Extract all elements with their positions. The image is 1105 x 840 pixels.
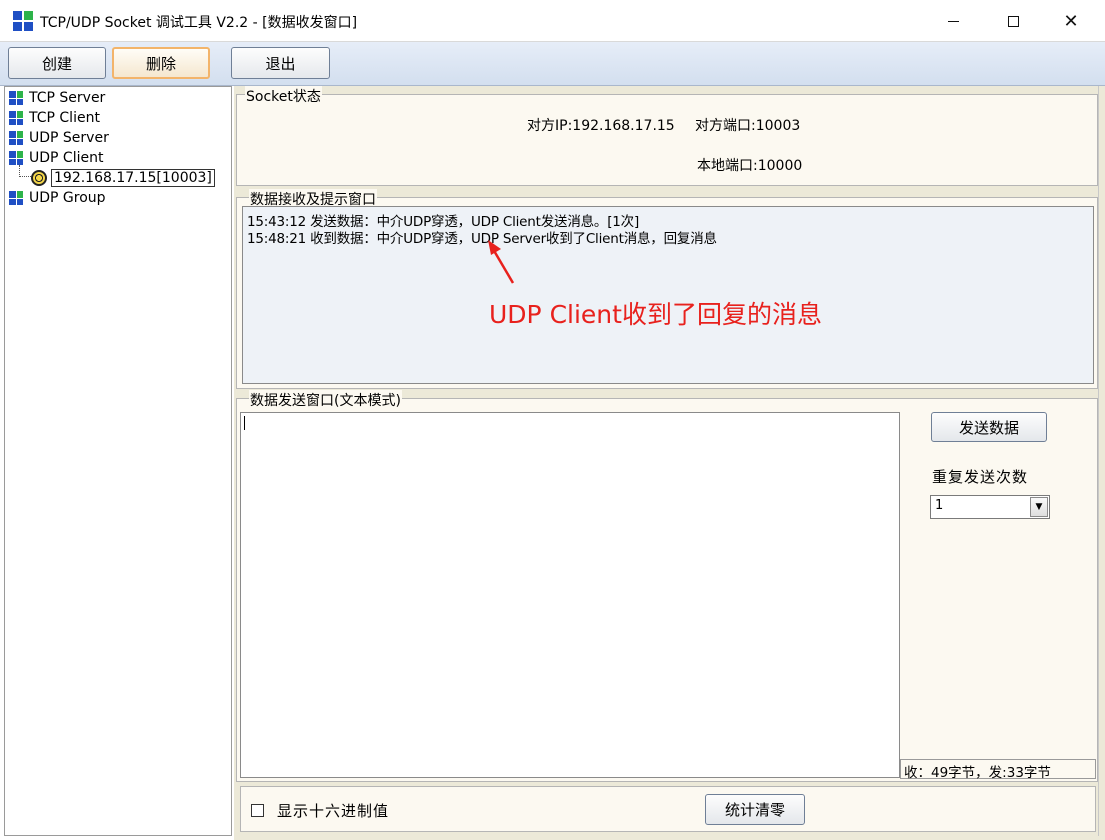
tree-item-tcp-server[interactable]: TCP Server — [9, 88, 105, 108]
client-grid-icon — [9, 111, 23, 125]
title-bar: TCP/UDP Socket 调试工具 V2.2 - [数据收发窗口] ✕ — [0, 0, 1105, 42]
annotation-text: UDP Client收到了回复的消息 — [489, 300, 822, 329]
text-caret — [244, 416, 245, 430]
close-button[interactable]: ✕ — [1048, 0, 1094, 42]
send-data-button[interactable]: 发送数据 — [931, 412, 1047, 442]
send-legend: 数据发送窗口(文本模式) — [249, 390, 402, 410]
repeat-count-select[interactable]: 1 ▼ — [930, 495, 1050, 519]
client-grid-icon — [9, 151, 23, 165]
connection-target-icon — [31, 170, 47, 186]
byte-counter: 收：49字节，发:33字节 — [900, 759, 1096, 781]
group-grid-icon — [9, 191, 23, 205]
server-grid-icon — [9, 131, 23, 145]
minimize-icon — [947, 20, 959, 22]
receive-log[interactable]: 15:43:12 发送数据：中介UDP穿透，UDP Client发送消息。[1次… — [242, 206, 1094, 384]
socket-status-legend: Socket状态 — [245, 86, 322, 106]
annotation-arrow-icon — [488, 240, 515, 284]
tree-item-udp-connection[interactable]: 192.168.17.15[10003] — [31, 168, 215, 188]
tree-item-tcp-client[interactable]: TCP Client — [9, 108, 100, 128]
tree-item-udp-server[interactable]: UDP Server — [9, 128, 109, 148]
bottom-bar: 显示十六进制值 统计清零 — [240, 786, 1096, 832]
remote-port: 对方端口:10003 — [695, 118, 801, 134]
window-title: TCP/UDP Socket 调试工具 V2.2 - [数据收发窗口] — [40, 15, 358, 31]
exit-button[interactable]: 退出 — [231, 47, 330, 79]
data-window: Socket状态 对方IP:192.168.17.15 对方端口:10003 本… — [234, 86, 1105, 840]
reset-stats-button[interactable]: 统计清零 — [705, 794, 805, 825]
delete-button[interactable]: 删除 — [112, 47, 210, 79]
maximize-button[interactable] — [990, 0, 1036, 42]
hex-display-checkbox[interactable] — [251, 804, 264, 817]
dropdown-arrow-icon[interactable]: ▼ — [1030, 497, 1048, 517]
server-grid-icon — [9, 91, 23, 105]
maximize-icon — [1007, 15, 1019, 27]
tree-item-label: TCP Server — [29, 90, 106, 106]
connection-tree: TCP Server TCP Client UDP Server UDP Cli… — [4, 86, 232, 836]
create-button[interactable]: 创建 — [8, 47, 106, 79]
tree-item-udp-group[interactable]: UDP Group — [9, 188, 106, 208]
log-line: 15:48:21 收到数据：中介UDP穿透，UDP Server收到了Clien… — [247, 231, 717, 247]
tree-item-label: TCP Client — [29, 110, 100, 126]
socket-status-group: Socket状态 对方IP:192.168.17.15 对方端口:10003 本… — [236, 86, 1098, 186]
minimize-button[interactable] — [930, 0, 976, 42]
toolbar: 创建 删除 退出 — [0, 42, 1105, 86]
tree-item-label: UDP Group — [29, 190, 106, 206]
repeat-count-label: 重复发送次数 — [932, 468, 1029, 486]
app-icon — [13, 11, 33, 31]
tree-item-label: UDP Server — [29, 130, 109, 146]
window-edge-divider — [1098, 86, 1099, 836]
tree-item-label: UDP Client — [29, 150, 104, 166]
tree-item-label: 192.168.17.15[10003] — [51, 169, 215, 187]
repeat-count-value: 1 — [935, 498, 944, 513]
send-text-input[interactable] — [240, 412, 900, 778]
local-port: 本地端口:10000 — [697, 158, 803, 174]
tree-connector — [19, 165, 31, 177]
hex-display-label: 显示十六进制值 — [277, 802, 390, 820]
remote-ip: 对方IP:192.168.17.15 — [527, 118, 675, 134]
